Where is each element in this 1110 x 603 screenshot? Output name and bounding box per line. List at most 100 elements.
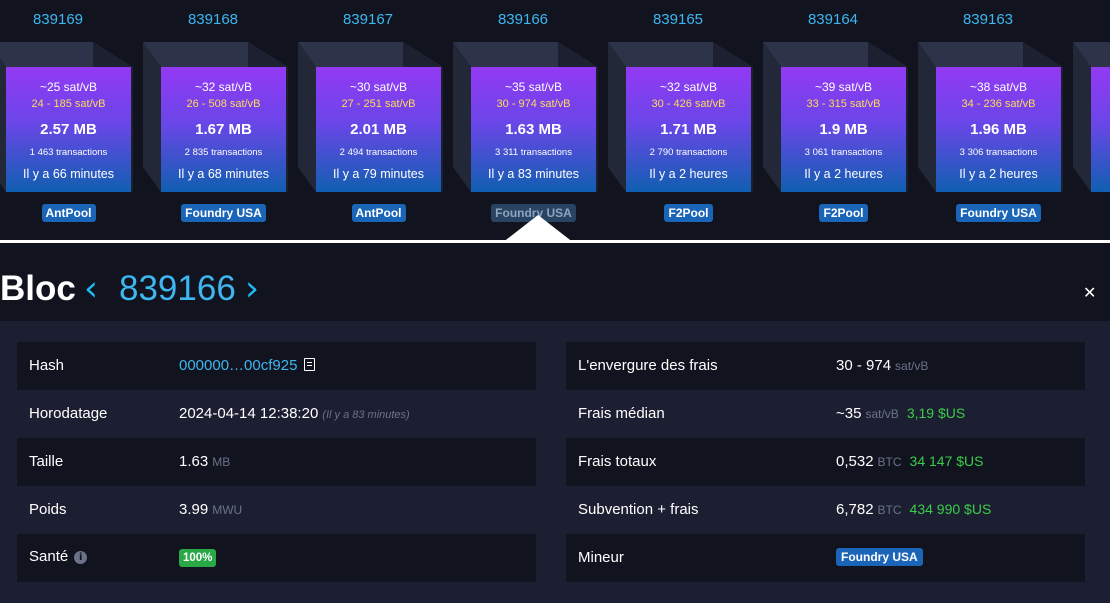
blockchain-strip: 839169 ~25 sat/vB 24 - 185 sat/vB 2.57 MB 1 … xyxy=(0,0,1110,245)
pool-badge[interactable]: AntPool xyxy=(41,204,96,222)
block-median-fee: ~39 sat/vB xyxy=(814,80,873,94)
cube-side xyxy=(298,42,316,192)
row-timestamp: Horodatage 2024-04-14 12:38:20 (Il y a 83… xyxy=(17,390,536,438)
subsidy-label: Subvention + frais xyxy=(578,501,699,518)
block-4[interactable]: 839165 ~32 sat/vB 30 - 426 sat/vB 1.71 MB 2 … xyxy=(608,0,763,240)
row-fee-span: L'envergure des frais 30 - 974 sat/vB xyxy=(566,342,1085,390)
weight-unit: MWU xyxy=(212,503,243,517)
cube-side xyxy=(453,42,471,192)
block-cube[interactable]: ~35 sat/vB 30 - 974 sat/vB 1.63 MB 3 311 tr… xyxy=(471,67,596,192)
row-miner: Mineur Foundry USA xyxy=(566,534,1085,582)
block-3[interactable]: 839166 ~35 sat/vB 30 - 974 sat/vB 1.63 MB 3 … xyxy=(453,0,608,240)
health-badge: 100% xyxy=(179,549,217,567)
health-label: Santé xyxy=(29,548,69,565)
block-time: Il y a 66 minutes xyxy=(22,167,114,181)
pool-badge[interactable]: F2Pool xyxy=(664,204,713,222)
block-5[interactable]: 839164 ~39 sat/vB 33 - 315 sat/vB 1.9 MB 3 0… xyxy=(763,0,918,240)
total-fees-label: Frais totaux xyxy=(578,453,657,470)
block-cube[interactable]: ~32 sat/vB 26 - 508 sat/vB 1.67 MB 2 835 tr… xyxy=(161,67,286,192)
block-height-link[interactable]: 839168 xyxy=(143,11,283,28)
details-table-left: Hash 000000…00cf925 Horodatage 2024-04-1… xyxy=(17,342,536,582)
total-fees-usd: 34 147 $US xyxy=(909,453,984,469)
block-fee-range: 30 - 974 sat/vB xyxy=(496,98,571,110)
block-size: 1.63 MB xyxy=(505,121,562,138)
block-height-link[interactable]: 839166 xyxy=(453,11,593,28)
miner-label: Mineur xyxy=(578,549,624,566)
cube-side xyxy=(918,42,936,192)
total-fees-unit: BTC xyxy=(877,455,902,469)
block-1[interactable]: 839168 ~32 sat/vB 26 - 508 sat/vB 1.67 MB 2 … xyxy=(143,0,298,240)
miner-badge[interactable]: Foundry USA xyxy=(836,548,923,566)
block-cube[interactable]: ~39 sat/vB 33 - 315 sat/vB 1.9 MB 3 061 tra… xyxy=(781,67,906,192)
block-header: Bloc ‹ 839166 › ✕ xyxy=(0,245,1110,321)
total-fees-value: 0,532 xyxy=(836,453,874,470)
info-icon[interactable]: i xyxy=(74,551,88,564)
fee-span-value: 30 - 974 xyxy=(836,357,892,374)
hash-link[interactable]: 000000…00cf925 xyxy=(179,357,297,374)
copy-icon[interactable] xyxy=(304,358,316,371)
pool-badge[interactable]: Foundry USA xyxy=(956,204,1041,222)
cube-side xyxy=(763,42,781,192)
median-fee-label: Frais médian xyxy=(578,405,665,422)
close-icon[interactable]: ✕ xyxy=(1083,285,1096,303)
block-time: Il y a 68 minutes xyxy=(177,167,269,181)
page-title: Bloc xyxy=(0,269,76,308)
median-fee-unit: sat/vB xyxy=(865,407,899,421)
row-subsidy: Subvention + frais 6,782 BTC 434 990 $US xyxy=(566,486,1085,534)
weight-value: 3.99 xyxy=(179,501,209,518)
block-height-link[interactable]: 839163 xyxy=(918,11,1058,28)
block-2[interactable]: 839167 ~30 sat/vB 27 - 251 sat/vB 2.01 MB 2 … xyxy=(298,0,453,240)
block-median-fee: ~35 sat/vB xyxy=(504,80,563,94)
timestamp-label: Horodatage xyxy=(29,405,108,422)
pool-badge[interactable]: AntPool xyxy=(351,204,406,222)
row-health: Santé i 100% xyxy=(17,534,536,582)
median-fee-value: ~35 xyxy=(836,405,862,422)
block-cube[interactable]: ~38 sat/vB 34 - 236 sat/vB 1.96 MB 3 306 tr… xyxy=(936,67,1061,192)
block-6[interactable]: 839163 ~38 sat/vB 34 - 236 sat/vB 1.96 MB 3 … xyxy=(918,0,1073,240)
chevron-left-icon[interactable]: ‹ xyxy=(84,269,98,309)
block-cube[interactable]: ~30 sat/vB 27 - 251 sat/vB 2.01 MB 2 494 tr… xyxy=(316,67,441,192)
size-unit: MB xyxy=(212,455,231,469)
cube-side xyxy=(143,42,161,192)
pool-badge[interactable]: Foundry USA xyxy=(181,204,266,222)
hash-label: Hash xyxy=(29,357,65,374)
chevron-right-icon[interactable]: › xyxy=(245,269,259,309)
block-median-fee: ~25 sat/vB xyxy=(39,80,98,94)
block-height-link[interactable]: 839165 xyxy=(608,11,748,28)
block-median-fee: ~32 sat/vB xyxy=(194,80,253,94)
selected-block-pointer xyxy=(502,215,574,243)
fee-span-unit: sat/vB xyxy=(895,359,929,373)
block-height-link[interactable]: 839169 xyxy=(0,11,128,28)
block-time: Il y a 2 heures xyxy=(959,167,1038,181)
block-time: Il y a 2 heures xyxy=(649,167,728,181)
block-tx-count: 2 494 transactions xyxy=(339,147,418,158)
weight-label: Poids xyxy=(29,501,67,518)
row-size: Taille 1.63 MB xyxy=(17,438,536,486)
median-fee-usd: 3,19 $US xyxy=(906,405,966,421)
block-size: 1.67 MB xyxy=(195,121,252,138)
block-cube[interactable] xyxy=(1091,67,1110,192)
block-cube[interactable]: ~32 sat/vB 30 - 426 sat/vB 1.71 MB 2 790 tr… xyxy=(626,67,751,192)
block-time: Il y a 2 heures xyxy=(804,167,883,181)
cube-side xyxy=(608,42,626,192)
block-0[interactable]: 839169 ~25 sat/vB 24 - 185 sat/vB 2.57 MB 1 … xyxy=(0,0,143,240)
block-tx-count: 1 463 transactions xyxy=(29,147,108,158)
block-size: 2.01 MB xyxy=(350,121,407,138)
pool-badge[interactable]: F2Pool xyxy=(819,204,868,222)
block-tx-count: 2 790 transactions xyxy=(649,147,728,158)
block-size: 1.9 MB xyxy=(819,121,868,138)
block-height-link[interactable]: 839164 xyxy=(763,11,903,28)
block-fee-range: 33 - 315 sat/vB xyxy=(806,98,881,110)
block-cube[interactable]: ~25 sat/vB 24 - 185 sat/vB 2.57 MB 1 463 tr… xyxy=(6,67,131,192)
block-median-fee: ~38 sat/vB xyxy=(969,80,1028,94)
block-size: 1.71 MB xyxy=(660,121,717,138)
row-hash: Hash 000000…00cf925 xyxy=(17,342,536,390)
subsidy-value: 6,782 xyxy=(836,501,874,518)
block-height-link[interactable]: 839167 xyxy=(298,11,438,28)
subsidy-usd: 434 990 $US xyxy=(909,501,992,517)
subsidy-unit: BTC xyxy=(877,503,902,517)
block-size: 2.57 MB xyxy=(40,121,97,138)
block-fee-range: 24 - 185 sat/vB xyxy=(31,98,106,110)
block-partial[interactable] xyxy=(1073,0,1110,240)
block-median-fee: ~30 sat/vB xyxy=(349,80,408,94)
